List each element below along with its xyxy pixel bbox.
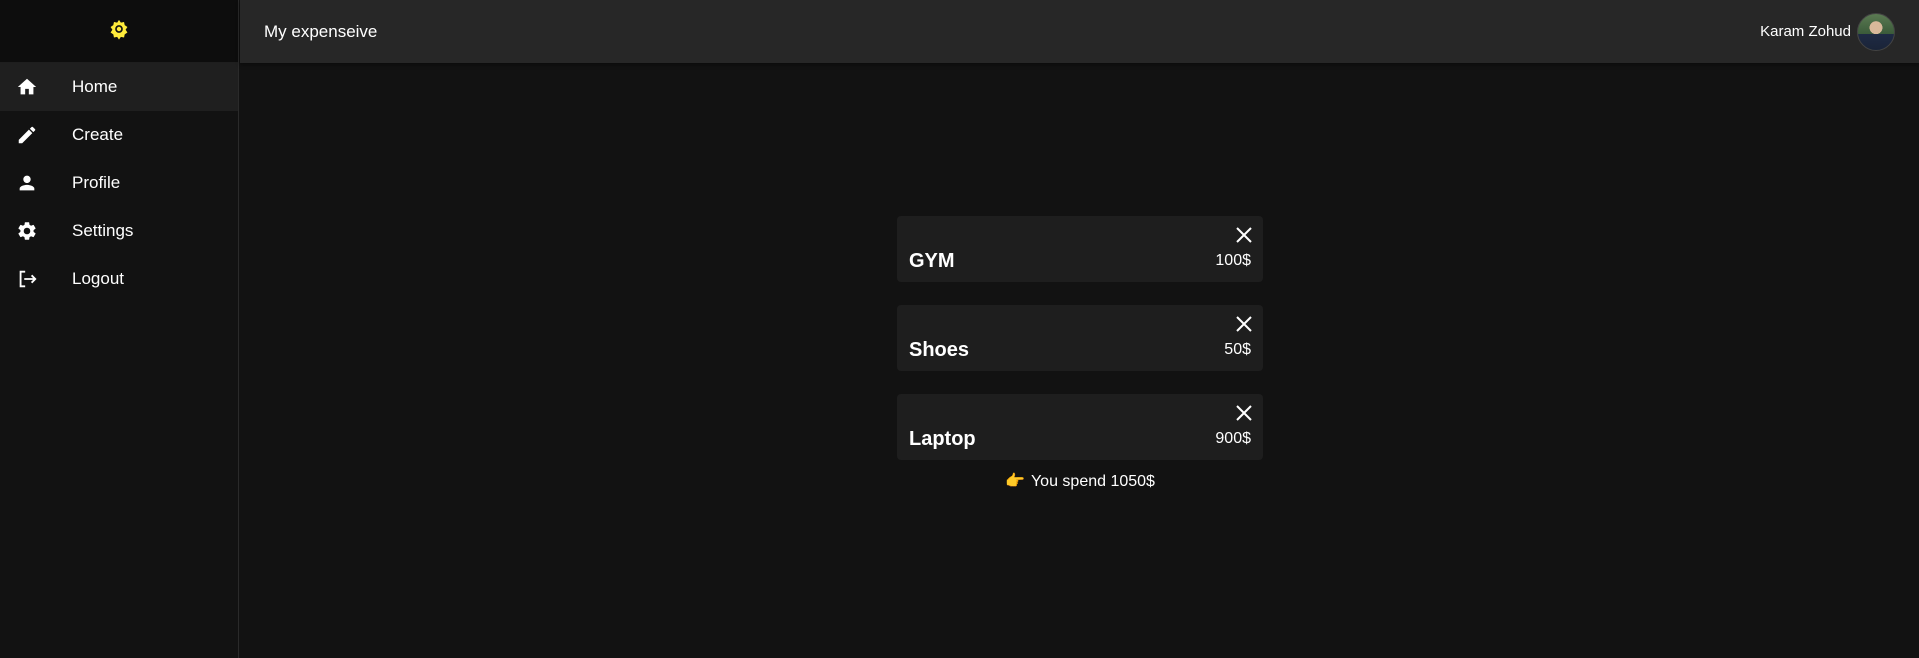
sidebar-item-logout[interactable]: Logout — [0, 255, 238, 303]
sidebar-item-label: Create — [72, 125, 124, 144]
close-icon[interactable] — [1235, 404, 1253, 422]
top-app-bar: My expenseive Karam Zohud — [240, 0, 1919, 63]
avatar[interactable] — [1857, 12, 1895, 51]
user-name: Karam Zohud — [1760, 23, 1851, 40]
pencil-icon — [0, 124, 72, 146]
app-title: My expenseive — [264, 21, 378, 41]
sidebar-item-profile[interactable]: Profile — [0, 159, 238, 207]
person-icon — [0, 172, 72, 194]
expense-list: GYM 100$ Shoes 50$ Laptop 900$ — [897, 216, 1263, 483]
sidebar-nav: Home Create Profile Settings Logout — [0, 63, 238, 303]
total-summary: 👉 You spend 1050$ — [897, 471, 1263, 491]
gear-icon — [0, 220, 72, 242]
sun-gear-icon[interactable] — [108, 18, 130, 45]
sidebar-item-label: Logout — [72, 269, 124, 288]
expense-card: Shoes 50$ — [897, 305, 1263, 371]
close-icon[interactable] — [1235, 315, 1253, 333]
expense-card: GYM 100$ — [897, 216, 1263, 282]
logout-icon — [0, 268, 72, 290]
expense-title: GYM — [909, 250, 955, 272]
expense-card: Laptop 900$ — [897, 394, 1263, 460]
close-icon[interactable] — [1235, 226, 1253, 244]
pointing-hand-icon: 👉 — [1005, 473, 1025, 490]
sidebar-item-label: Home — [72, 77, 118, 96]
expense-amount: 100$ — [1215, 252, 1251, 269]
sidebar-item-create[interactable]: Create — [0, 111, 238, 159]
sidebar: Home Create Profile Settings Logout — [0, 0, 239, 658]
expense-title: Laptop — [909, 428, 976, 450]
sidebar-item-label: Profile — [72, 173, 121, 192]
expense-title: Shoes — [909, 339, 970, 361]
expense-amount: 50$ — [1224, 341, 1251, 358]
expense-amount: 900$ — [1215, 430, 1251, 447]
main-content: GYM 100$ Shoes 50$ Laptop 900$ 👉 You spen… — [240, 63, 1919, 658]
user-menu[interactable]: Karam Zohud — [1760, 12, 1895, 51]
sidebar-item-home[interactable]: Home — [0, 63, 238, 111]
total-text: You spend 1050$ — [1030, 473, 1155, 490]
home-icon — [0, 76, 72, 98]
sidebar-item-label: Settings — [72, 221, 134, 240]
sidebar-header — [0, 0, 238, 63]
sidebar-item-settings[interactable]: Settings — [0, 207, 238, 255]
